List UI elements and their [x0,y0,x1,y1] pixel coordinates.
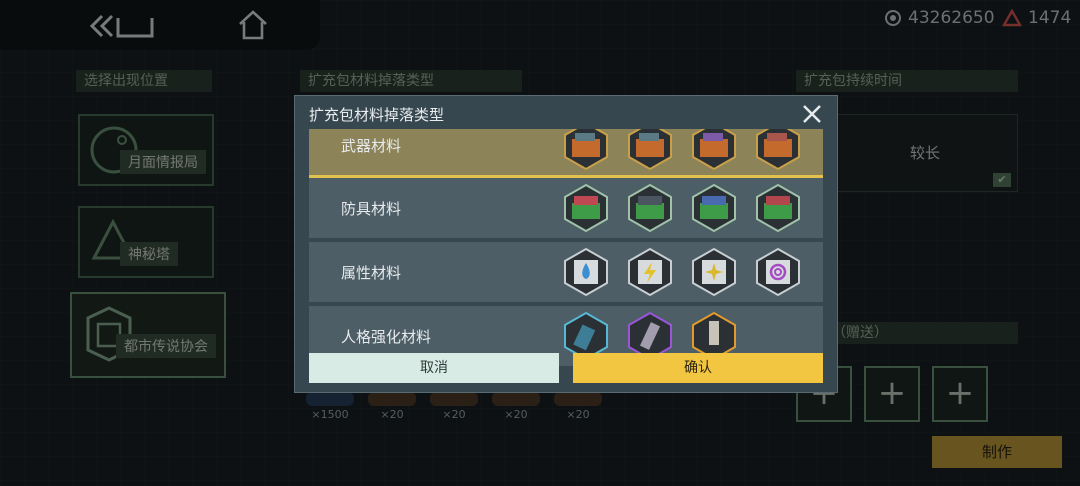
armor-crate-icon [564,183,608,233]
spiral-attribute-icon [756,247,800,297]
water-attribute-icon [564,247,608,297]
dialog-title: 扩充包材料掉落类型 [309,106,445,124]
material-row-label: 防具材料 [341,200,402,218]
weapon-crate-icons [561,129,803,171]
material-row-weapon[interactable]: 武器材料 [309,129,823,178]
material-row-label: 属性材料 [341,264,402,282]
star-attribute-icon [692,247,736,297]
material-row-armor[interactable]: 防具材料 [309,178,823,238]
lightning-attribute-icon [628,247,672,297]
weapon-crate-icon [756,129,800,171]
material-type-dialog: 扩充包材料掉落类型 武器材料 防具材料 属性材料 人格强化材料 取消 确认 [294,95,838,393]
material-row-label: 人格强化材料 [341,328,432,346]
material-type-list: 武器材料 防具材料 属性材料 人格强化材料 [309,129,823,381]
armor-crate-icons [561,183,803,233]
weapon-crate-icon [564,129,608,171]
armor-crate-icon [756,183,800,233]
material-row-attribute[interactable]: 属性材料 [309,242,823,302]
attribute-chip-icons [561,247,803,297]
material-row-label: 武器材料 [341,137,402,155]
close-icon[interactable] [801,103,823,125]
weapon-crate-icon [628,129,672,171]
armor-crate-icon [628,183,672,233]
armor-crate-icon [692,183,736,233]
cancel-button[interactable]: 取消 [309,353,559,383]
confirm-button[interactable]: 确认 [573,353,823,383]
weapon-crate-icon [692,129,736,171]
